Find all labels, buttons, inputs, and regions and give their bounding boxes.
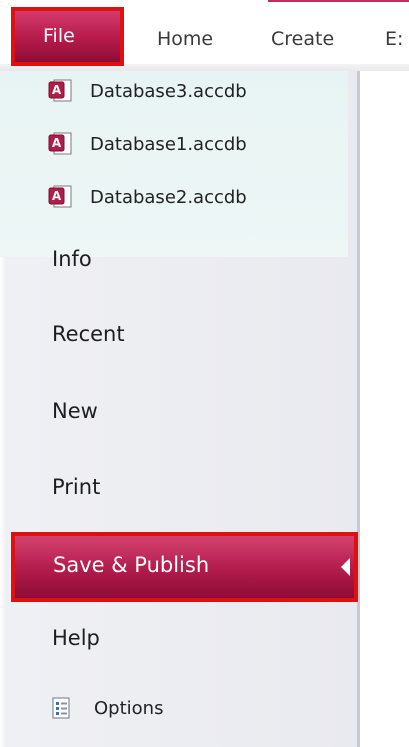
recent-file-item[interactable]: A Database3.accdb [48,76,247,106]
recent-file-name: Database2.accdb [90,186,247,208]
svg-text:A: A [52,189,62,203]
recent-file-name: Database1.accdb [90,133,247,155]
tab-external-data[interactable]: E: [385,28,403,50]
recent-file-item[interactable]: A Database2.accdb [48,182,247,212]
recent-files-list: A Database3.accdb A Database1.accdb A Da… [0,71,348,257]
access-database-icon: A [48,78,74,104]
menu-item-print[interactable]: Print [52,475,100,499]
tab-create[interactable]: Create [271,28,334,50]
recent-file-name: Database3.accdb [90,80,247,102]
save-publish-label: Save & Publish [53,553,210,577]
options-label: Options [94,697,164,719]
ribbon-tab-bar: File Home Create E: [0,0,409,71]
menu-item-options[interactable]: Options [50,697,163,719]
menu-item-info[interactable]: Info [52,247,92,271]
tab-file[interactable]: File [11,7,124,66]
menu-item-new[interactable]: New [52,399,98,423]
menu-item-recent[interactable]: Recent [52,322,125,346]
tab-home[interactable]: Home [157,28,213,50]
backstage-panel-edge [357,71,360,747]
svg-text:A: A [52,83,62,97]
ribbon-accent-line [268,0,409,2]
access-database-icon: A [48,184,74,210]
menu-item-save-publish[interactable]: Save & Publish [11,532,358,602]
options-icon [50,697,72,719]
svg-text:A: A [52,136,62,150]
access-database-icon: A [48,131,74,157]
recent-file-item[interactable]: A Database1.accdb [48,129,247,159]
menu-item-help[interactable]: Help [52,626,100,650]
selected-indicator-icon [341,558,350,576]
